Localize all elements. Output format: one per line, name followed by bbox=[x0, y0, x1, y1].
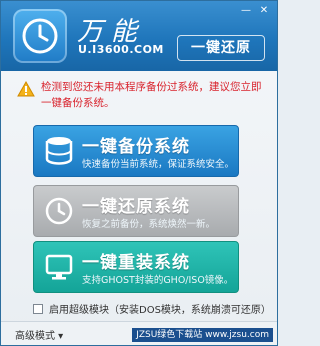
warning-banner: 检测到您还未用本程序备份过系统，建议您立即一键备份系统。 bbox=[13, 79, 265, 115]
restore-system-button[interactable]: 一键还原系统 恢复之前备份，系统焕然一新。 bbox=[33, 185, 239, 237]
clock-logo-icon bbox=[13, 9, 67, 63]
footer: 高级模式 ▾ JZSU绿色下载站 www.jzsu.com bbox=[1, 321, 277, 345]
backup-title: 一键备份系统 bbox=[82, 137, 190, 157]
close-icon[interactable]: ✕ bbox=[257, 5, 271, 17]
super-module-label: 启用超级模块（安装DOS模块，系统崩溃可还原） bbox=[49, 305, 271, 316]
restore-subtitle: 恢复之前备份，系统焕然一新。 bbox=[82, 219, 216, 230]
watermark-badge: JZSU绿色下载站 www.jzsu.com bbox=[132, 328, 273, 342]
database-icon bbox=[45, 137, 73, 165]
advanced-mode-dropdown[interactable]: 高级模式 ▾ bbox=[15, 327, 63, 342]
backup-system-button[interactable]: 一键备份系统 快速备份当前系统，保证系统安全。 bbox=[33, 125, 239, 177]
app-window: 万能 U.I3600.COM 一键还原 — ✕ 检测到您还未用本程序备份过系统，… bbox=[0, 0, 278, 346]
reinstall-title: 一键重装系统 bbox=[82, 253, 190, 273]
super-module-checkbox[interactable] bbox=[33, 303, 43, 314]
reinstall-subtitle: 支持GHOST封装的GHO/ISO镜像。 bbox=[82, 275, 234, 286]
backup-subtitle: 快速备份当前系统，保证系统安全。 bbox=[82, 159, 235, 170]
warning-text: 检测到您还未用本程序备份过系统，建议您立即一键备份系统。 bbox=[41, 81, 262, 109]
clock-icon bbox=[45, 197, 73, 225]
window-controls: — ✕ bbox=[239, 5, 271, 17]
slogan-badge: 一键还原 bbox=[177, 35, 265, 61]
reinstall-system-button[interactable]: 一键重装系统 支持GHOST封装的GHO/ISO镜像。 bbox=[33, 241, 239, 293]
monitor-icon bbox=[45, 254, 73, 280]
warning-icon bbox=[17, 81, 35, 97]
brand-url: U.I3600.COM bbox=[78, 43, 164, 56]
minimize-icon[interactable]: — bbox=[239, 5, 253, 17]
restore-title: 一键还原系统 bbox=[82, 197, 190, 217]
super-module-option: 启用超级模块（安装DOS模块，系统崩溃可还原） bbox=[33, 301, 271, 316]
header: 万能 U.I3600.COM 一键还原 — ✕ bbox=[1, 1, 277, 71]
